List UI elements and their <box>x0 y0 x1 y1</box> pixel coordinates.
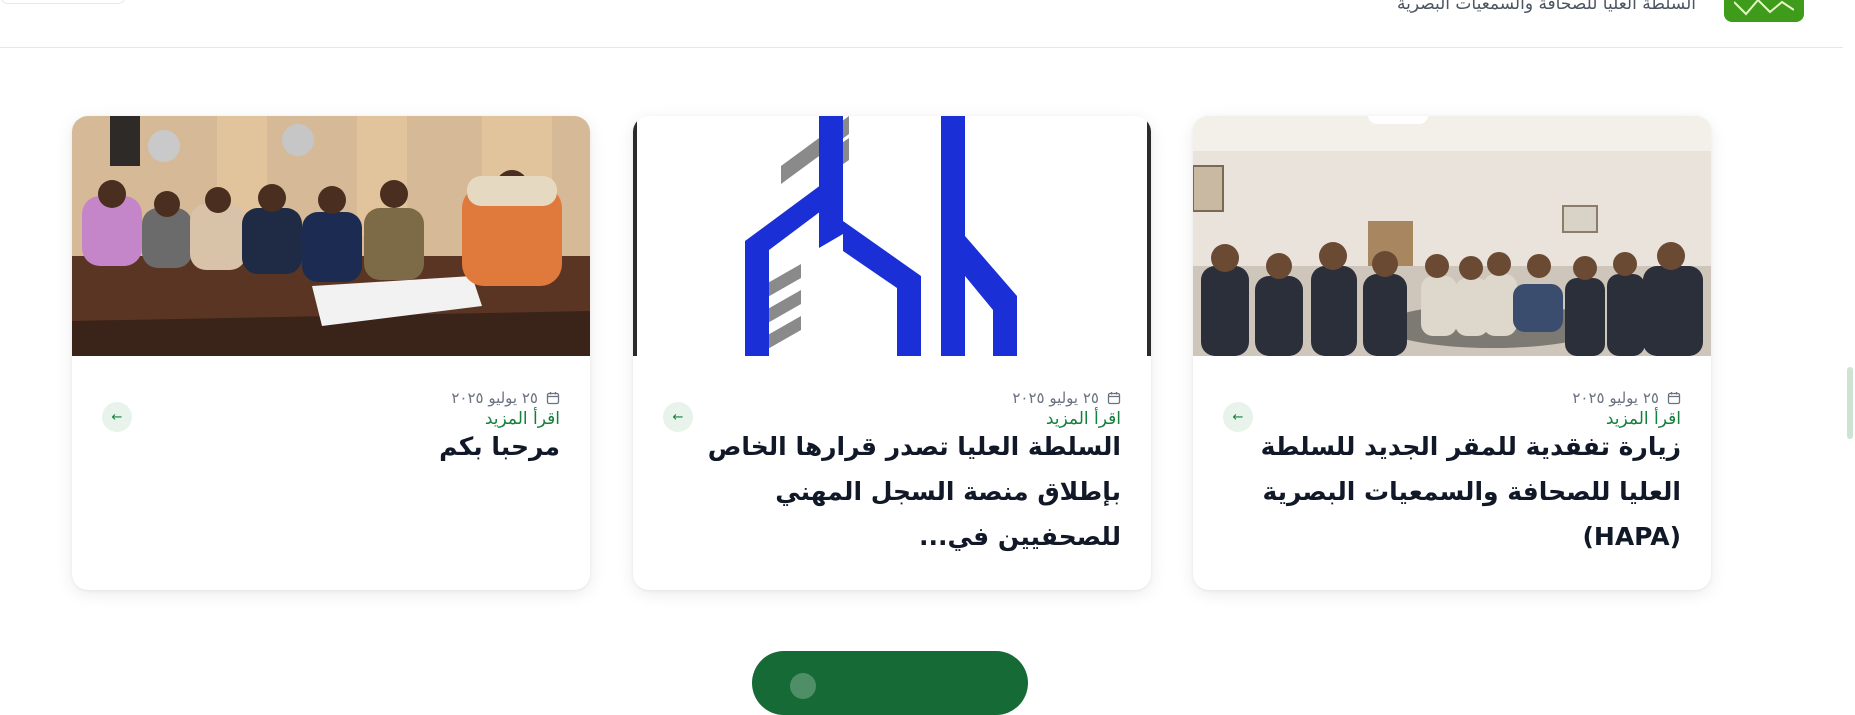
card-title[interactable]: مرحبا بكم <box>100 424 560 469</box>
site-logo[interactable] <box>1724 0 1804 22</box>
card-image-conference-table[interactable] <box>72 116 590 356</box>
read-more-link[interactable]: اقرأ المزيد <box>1606 409 1681 429</box>
site-name[interactable]: السلطة العليا للصحافة والسمعيات البصرية <box>1397 0 1696 14</box>
scrollbar[interactable] <box>1843 0 1855 679</box>
scrollbar-thumb[interactable] <box>1847 367 1853 439</box>
card-body: ٢٥ يوليو ٢٠٢٥ السلطة العليا تصدر قرارها … <box>633 356 1151 590</box>
card-date: ٢٥ يوليو ٢٠٢٥ <box>451 389 560 407</box>
news-card[interactable]: ٢٥ يوليو ٢٠٢٥ السلطة العليا تصدر قرارها … <box>633 116 1151 590</box>
conference-table-photo <box>72 116 590 356</box>
meeting-room-photo <box>1193 116 1711 356</box>
read-more-link[interactable]: اقرأ المزيد <box>485 409 560 429</box>
card-title[interactable]: زيارة تفقدية للمقر الجديد للسلطة العليا … <box>1221 424 1681 559</box>
header-button[interactable] <box>0 0 126 4</box>
calendar-icon <box>1107 392 1121 405</box>
calendar-icon <box>546 392 560 405</box>
card-body: ٢٥ يوليو ٢٠٢٥ زيارة تفقدية للمقر الجديد … <box>1193 356 1711 590</box>
card-title[interactable]: السلطة العليا تصدر قرارها الخاص بإطلاق م… <box>661 424 1121 559</box>
button-icon <box>790 673 816 699</box>
card-date: ٢٥ يوليو ٢٠٢٥ <box>1012 389 1121 407</box>
platform-logo <box>633 116 1151 356</box>
card-body: ٢٥ يوليو ٢٠٢٥ مرحبا بكم <box>72 356 590 590</box>
site-header: السلطة العليا للصحافة والسمعيات البصرية <box>0 0 1843 48</box>
news-card[interactable]: ٢٥ يوليو ٢٠٢٥ مرحبا بكم اقرأ المزيد ← <box>72 116 590 590</box>
card-date: ٢٥ يوليو ٢٠٢٥ <box>1572 389 1681 407</box>
calendar-icon <box>1667 392 1681 405</box>
arrow-left-icon[interactable]: ← <box>663 402 693 432</box>
read-more-link[interactable]: اقرأ المزيد <box>1046 409 1121 429</box>
card-date-text: ٢٥ يوليو ٢٠٢٥ <box>1572 389 1659 407</box>
card-date-text: ٢٥ يوليو ٢٠٢٥ <box>1012 389 1099 407</box>
news-card[interactable]: ٢٥ يوليو ٢٠٢٥ زيارة تفقدية للمقر الجديد … <box>1193 116 1711 590</box>
card-image-platform-logo[interactable] <box>633 116 1151 356</box>
arrow-left-icon[interactable]: ← <box>1223 402 1253 432</box>
arrow-left-icon[interactable]: ← <box>102 402 132 432</box>
view-all-button[interactable] <box>752 651 1028 715</box>
logo-graphic <box>1734 0 1794 16</box>
card-image-meeting-room[interactable] <box>1193 116 1711 356</box>
card-date-text: ٢٥ يوليو ٢٠٢٥ <box>451 389 538 407</box>
